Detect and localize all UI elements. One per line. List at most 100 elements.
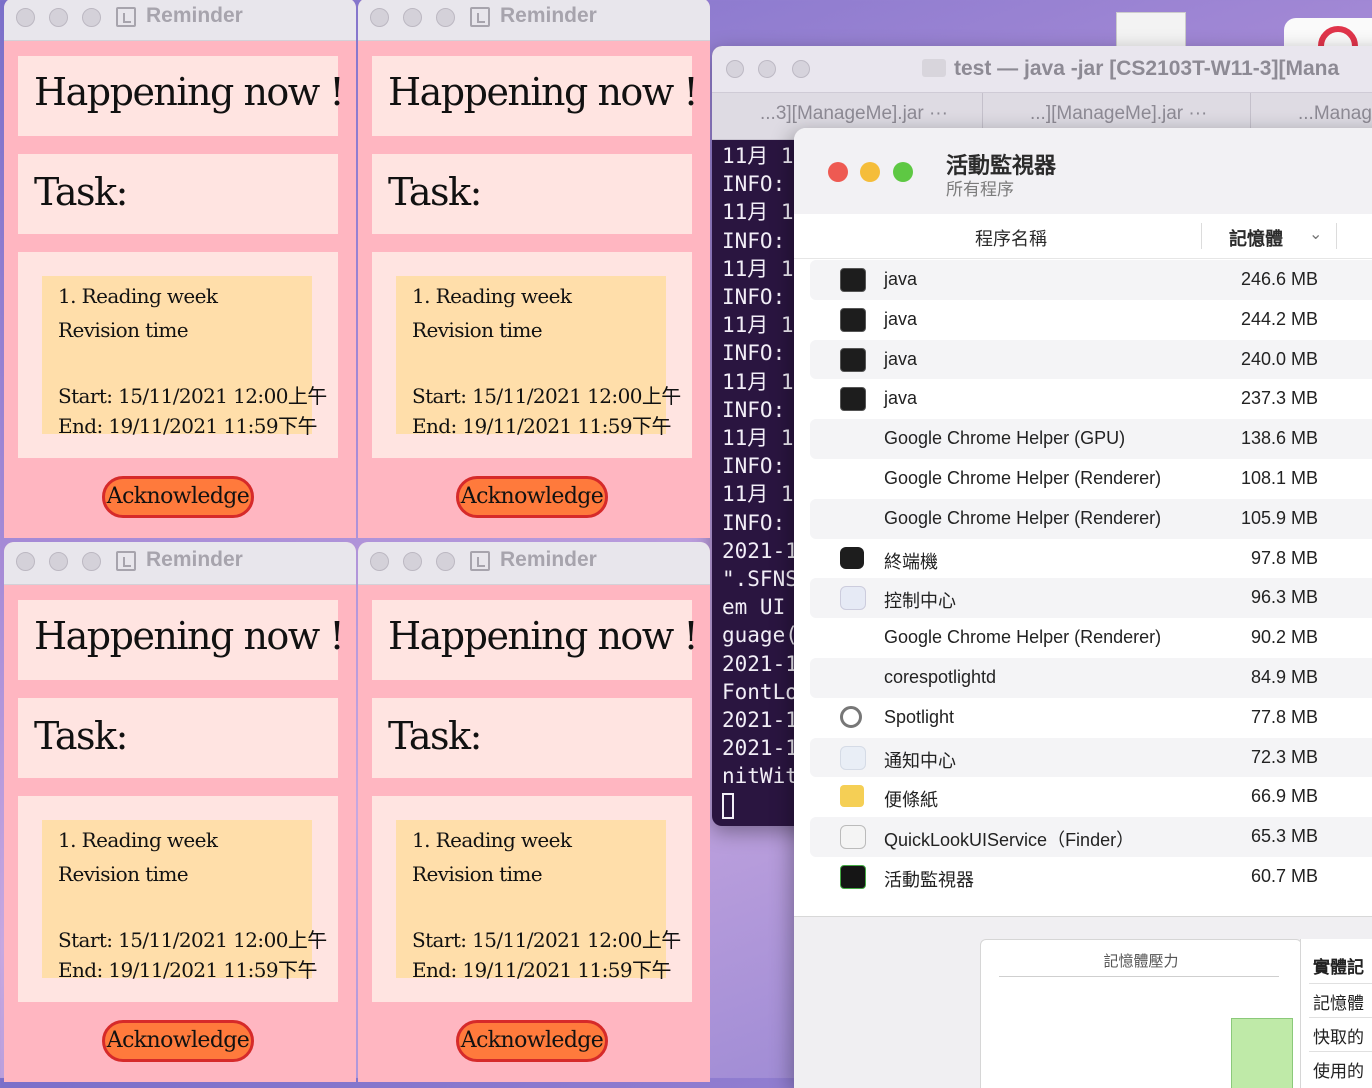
process-row[interactable]: Google Chrome Helper (Renderer) 108.1 MB (810, 459, 1372, 499)
window-zoom-button[interactable] (792, 60, 810, 78)
process-memory: 66.9 MB (1250, 786, 1318, 807)
process-row[interactable]: java 244.2 MB (810, 300, 1372, 340)
process-row[interactable]: 活動監視器 60.7 MB (810, 857, 1372, 897)
process-name: 控制中心 (884, 591, 956, 612)
chevron-down-icon[interactable]: ⌄ (1309, 224, 1322, 244)
reminder-window: Reminder Happening now ! Task: 1. Readin… (4, 542, 356, 1082)
window-minimize-button[interactable] (758, 60, 776, 78)
window-close-button[interactable] (16, 552, 35, 571)
process-row[interactable]: corespotlightd 84.9 MB (810, 657, 1372, 698)
memory-footer: 記憶體壓力 實體記 記憶體 快取的 使用的 (794, 916, 1372, 1088)
memory-stat-label: 快取的 (1313, 1028, 1364, 1047)
terminal-line: 11月 1 (722, 144, 794, 168)
window-minimize-button[interactable] (403, 8, 422, 27)
reminder-window: Reminder Happening now ! Task: 1. Readin… (358, 0, 710, 538)
process-row[interactable]: java 237.3 MB (810, 379, 1372, 419)
process-memory: 237.3 MB (1240, 388, 1318, 409)
window-close-button[interactable] (370, 8, 389, 27)
process-row[interactable]: QuickLookUIService（Finder） 65.3 MB (810, 817, 1372, 857)
process-row[interactable]: 終端機 97.8 MB (810, 539, 1372, 579)
terminal-icon (840, 546, 864, 569)
terminal-tab-3[interactable]: ...Manag (1298, 103, 1372, 125)
activity-monitor-window: 活動監視器 所有程序 程序名稱 記憶體 ⌄ java 246.6 MB java 24… (794, 128, 1372, 1088)
process-row[interactable]: Google Chrome Helper (GPU) 138.6 MB (810, 419, 1372, 459)
happening-now-panel: Happening now ! (372, 600, 699, 680)
java-app-icon (116, 551, 136, 571)
acknowledge-button[interactable]: Acknowledge (102, 1020, 254, 1062)
reminder-window: Reminder Happening now ! Task: 1. Readin… (4, 0, 356, 538)
column-header-memory[interactable]: 記憶體 (1229, 225, 1283, 251)
window-minimize-button[interactable] (403, 552, 422, 571)
memory-pressure-panel: 記憶體壓力 (980, 939, 1302, 1088)
window-close-button[interactable] (726, 60, 744, 78)
task-card: 1. Reading week Revision time Start: 15/… (42, 820, 327, 982)
task-start-time: Start: 15/11/2021 12:00上午 (412, 928, 681, 952)
window-minimize-button[interactable] (860, 162, 880, 182)
task-start-time: Start: 15/11/2021 12:00上午 (58, 928, 327, 952)
happening-now-heading: Happening now ! (388, 70, 699, 114)
terminal-line: INFO: (722, 454, 786, 479)
window-zoom-button[interactable] (82, 552, 101, 571)
window-close-button[interactable] (16, 8, 35, 27)
process-name: 通知中心 (884, 750, 956, 771)
happening-now-panel: Happening now ! (18, 600, 345, 680)
process-row[interactable]: 控制中心 96.3 MB (810, 578, 1372, 619)
process-row[interactable]: Google Chrome Helper (Renderer) 90.2 MB (810, 618, 1372, 658)
terminal-app-icon (840, 268, 866, 292)
terminal-line: 11月 1 (722, 313, 794, 338)
process-memory: 240.0 MB (1240, 348, 1318, 369)
control-center-icon (840, 586, 866, 611)
column-header-row: 程序名稱 記憶體 ⌄ (794, 214, 1372, 259)
terminal-line: 2021-1 (722, 538, 798, 563)
terminal-tab-1[interactable]: ...3][ManageMe].jar ··· (760, 103, 948, 125)
window-minimize-button[interactable] (49, 552, 68, 571)
process-memory: 90.2 MB (1250, 627, 1318, 648)
process-name: Google Chrome Helper (Renderer) (884, 627, 1162, 648)
process-name: java (884, 388, 918, 409)
memory-pressure-title: 記憶體壓力 (1103, 953, 1179, 970)
process-memory: 246.6 MB (1240, 269, 1318, 289)
terminal-app-icon (840, 387, 866, 412)
window-zoom-button[interactable] (436, 552, 455, 571)
column-header-process-name[interactable]: 程序名稱 (975, 225, 1047, 251)
task-title: 1. Reading week (412, 284, 572, 308)
reminder-window-title: Reminder (500, 4, 597, 27)
window-zoom-button[interactable] (436, 8, 455, 27)
process-name: java (884, 308, 918, 329)
memory-stat-label: 實體記 (1313, 958, 1364, 977)
process-row[interactable]: Spotlight 77.8 MB (810, 698, 1372, 738)
process-memory: 244.2 MB (1240, 308, 1318, 329)
task-description: Revision time (58, 862, 189, 886)
process-row[interactable]: 便條紙 66.9 MB (810, 777, 1372, 817)
window-zoom-button[interactable] (893, 162, 913, 182)
reminder-titlebar: Reminder (358, 0, 710, 41)
window-zoom-button[interactable] (82, 8, 101, 27)
task-start-time: Start: 15/11/2021 12:00上午 (412, 384, 681, 408)
process-memory: 96.3 MB (1250, 587, 1318, 608)
window-close-button[interactable] (828, 162, 848, 182)
java-app-icon (116, 7, 136, 27)
process-row[interactable]: Google Chrome Helper (Renderer) 105.9 MB (810, 498, 1372, 539)
task-title: 1. Reading week (412, 828, 572, 852)
reminder-window-title: Reminder (146, 548, 243, 571)
process-row[interactable]: 通知中心 72.3 MB (810, 737, 1372, 778)
terminal-tab-2[interactable]: ...][ManageMe].jar ··· (1030, 103, 1207, 125)
java-app-icon (470, 551, 490, 571)
window-minimize-button[interactable] (49, 8, 68, 27)
terminal-output[interactable]: 11月 1 INFO: 11月 1 INFO: 11月 1 INFO: 11月 1 INFO:… (722, 142, 798, 819)
process-row[interactable]: java 246.6 MB (810, 260, 1372, 300)
task-label: Task: (388, 170, 482, 214)
desktop-document-thumbnail (1116, 12, 1186, 50)
terminal-line: ".SFNS (722, 567, 798, 592)
shield-icon (840, 825, 866, 850)
terminal-line: 11月 1 (722, 200, 794, 225)
acknowledge-button[interactable]: Acknowledge (456, 1020, 608, 1062)
process-row[interactable]: java 240.0 MB (810, 339, 1372, 380)
acknowledge-button[interactable]: Acknowledge (456, 476, 608, 518)
terminal-line: INFO: (722, 397, 786, 422)
window-close-button[interactable] (370, 552, 389, 571)
java-app-icon (470, 7, 490, 27)
acknowledge-button[interactable]: Acknowledge (102, 476, 254, 518)
task-list-panel: 1. Reading week Revision time Start: 15/… (372, 796, 692, 1002)
window-subtitle: 所有程序 (946, 180, 1014, 199)
